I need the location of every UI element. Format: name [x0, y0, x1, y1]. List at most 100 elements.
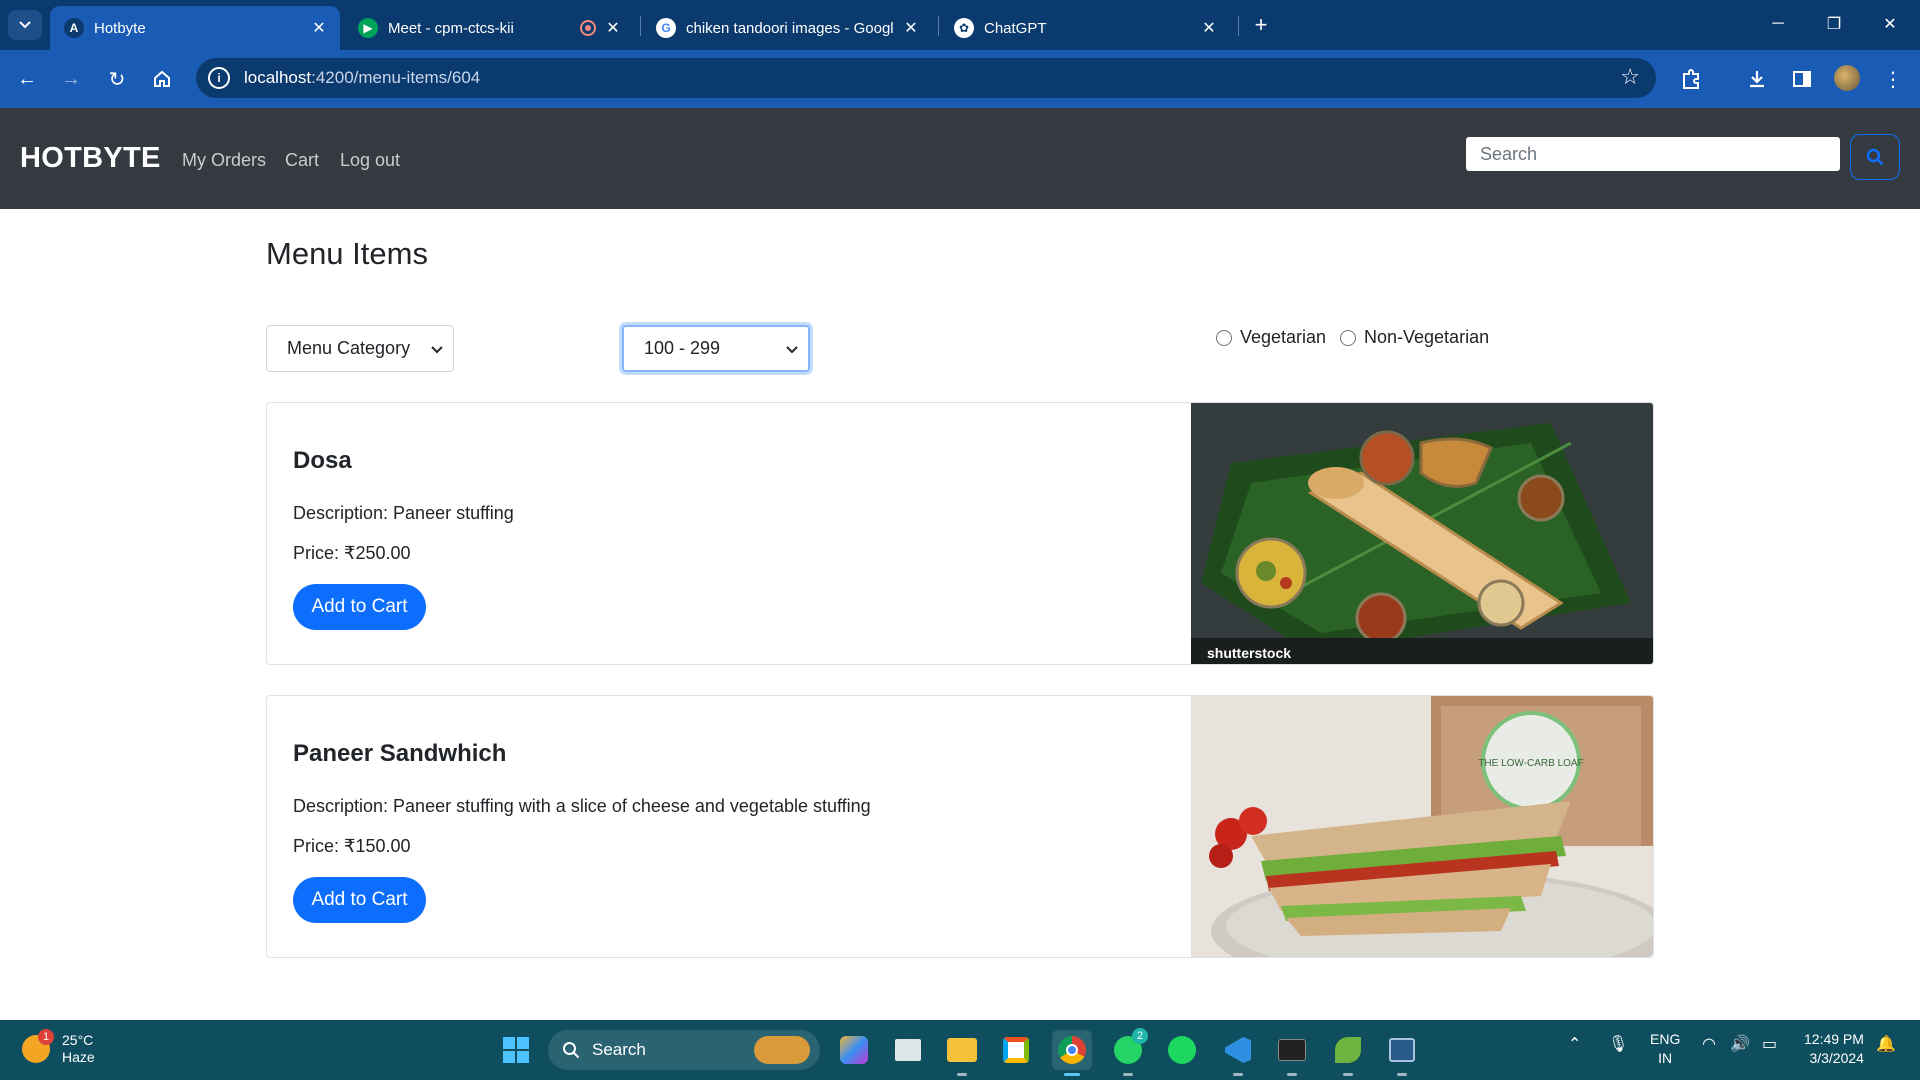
close-icon[interactable]: ✕ — [1198, 18, 1220, 38]
site-info-icon[interactable]: i — [208, 67, 230, 89]
non-vegetarian-radio-option[interactable]: Non-Vegetarian — [1340, 327, 1489, 348]
download-icon — [1750, 71, 1764, 88]
svg-text:THE LOW-CARB LOAF: THE LOW-CARB LOAF — [1478, 758, 1583, 769]
weather-haze-icon: 1 — [22, 1029, 54, 1063]
database-icon — [1389, 1038, 1415, 1062]
non-vegetarian-radio[interactable] — [1340, 329, 1356, 346]
bookmark-star-icon[interactable]: ☆ — [1620, 64, 1640, 90]
tab-hotbyte[interactable]: A Hotbyte ✕ — [50, 6, 340, 50]
tab-google-images[interactable]: G chiken tandoori images - Googl ✕ — [642, 6, 932, 50]
nav-my-orders[interactable]: My Orders — [182, 150, 266, 171]
side-panel-button[interactable] — [1787, 64, 1817, 94]
price-range-select[interactable]: 100 - 299 — [622, 325, 810, 372]
nav-cart[interactable]: Cart — [285, 150, 319, 171]
taskbar-app-task-view[interactable] — [888, 1030, 928, 1070]
taskbar-app-copilot[interactable] — [834, 1030, 874, 1070]
lang-line1: ENG — [1650, 1031, 1681, 1047]
menu-button[interactable]: ⋮ — [1878, 64, 1908, 94]
tab-chatgpt[interactable]: ✿ ChatGPT ✕ — [940, 6, 1230, 50]
extensions-button[interactable] — [1676, 64, 1706, 94]
spotify-icon — [1168, 1036, 1196, 1064]
category-select[interactable]: Menu Category — [266, 325, 454, 372]
whatsapp-badge: 2 — [1132, 1028, 1148, 1044]
tab-title: Meet - cpm-ctcs-kii — [388, 19, 514, 37]
taskbar-app-store[interactable] — [996, 1030, 1036, 1070]
restore-icon: ❐ — [1826, 16, 1842, 33]
close-icon[interactable]: ✕ — [308, 18, 330, 38]
taskbar-app-vscode[interactable] — [1218, 1030, 1258, 1076]
windows-icon — [503, 1037, 529, 1063]
taskbar-search-label: Search — [592, 1040, 646, 1059]
dosa-image: shutterstock — [1191, 403, 1653, 664]
close-icon[interactable]: ✕ — [602, 18, 624, 38]
vegetarian-radio-option[interactable]: Vegetarian — [1216, 327, 1326, 348]
search-input[interactable] — [1466, 137, 1840, 171]
taskbar-app-spring-tool[interactable] — [1328, 1030, 1368, 1076]
leaf-icon — [1335, 1037, 1361, 1063]
language-indicator[interactable]: ENG IN — [1650, 1030, 1680, 1068]
search-icon — [563, 1042, 580, 1059]
wifi-icon[interactable]: ◠ — [1702, 1034, 1716, 1054]
taskbar-app-mysql[interactable] — [1382, 1030, 1422, 1076]
tab-title: chiken tandoori images - Googl — [686, 19, 894, 37]
new-tab-button[interactable]: + — [1246, 10, 1276, 40]
close-window-button[interactable]: ✕ — [1870, 8, 1910, 40]
vscode-icon — [1225, 1037, 1251, 1063]
start-button[interactable] — [496, 1030, 536, 1070]
tab-separator — [1238, 16, 1239, 36]
back-button[interactable]: ← — [12, 64, 42, 94]
taskbar-search[interactable]: Search — [548, 1030, 820, 1070]
category-select-value: Menu Category — [287, 338, 411, 358]
tab-meet[interactable]: ▶ Meet - cpm-ctcs-kii ✕ — [344, 6, 634, 50]
taskbar-app-terminal[interactable] — [1272, 1030, 1312, 1076]
terminal-icon — [1278, 1039, 1306, 1061]
close-icon[interactable]: ✕ — [900, 18, 922, 38]
taskbar-app-spotify[interactable] — [1162, 1030, 1202, 1070]
minimize-button[interactable]: ─ — [1758, 8, 1798, 40]
vegetarian-label: Vegetarian — [1240, 327, 1327, 347]
weather-widget[interactable]: 1 25°C Haze — [22, 1029, 95, 1066]
nav-log-out[interactable]: Log out — [340, 150, 400, 171]
reload-button[interactable]: ↻ — [102, 64, 132, 94]
google-favicon-icon: G — [656, 18, 676, 38]
search-button[interactable] — [1850, 134, 1900, 180]
tab-title: ChatGPT — [984, 19, 1047, 37]
microphone-icon[interactable]: 🎙 — [1608, 1034, 1628, 1054]
svg-text:shutterstock: shutterstock — [1207, 645, 1291, 661]
taskbar-app-whatsapp[interactable]: 2 — [1108, 1028, 1148, 1076]
meet-favicon-icon: ▶ — [358, 18, 378, 38]
tab-search-button[interactable] — [8, 10, 42, 40]
lang-line2: IN — [1658, 1050, 1673, 1066]
browser-tab-bar: A Hotbyte ✕ ▶ Meet - cpm-ctcs-kii ✕ G ch… — [0, 0, 1920, 50]
plus-icon: + — [1254, 12, 1268, 37]
forward-button[interactable]: → — [56, 64, 86, 94]
notification-bell-icon[interactable]: 🔔 — [1876, 1034, 1896, 1054]
address-bar[interactable]: i localhost:4200/menu-items/604 ☆ — [196, 58, 1656, 98]
url-path: :4200/menu-items/604 — [311, 68, 481, 87]
add-to-cart-button[interactable]: Add to Cart — [293, 584, 426, 630]
vegetarian-radio[interactable] — [1216, 329, 1232, 346]
brand-logo[interactable]: HOTBYTE — [20, 142, 161, 175]
reload-icon: ↻ — [108, 68, 126, 91]
clock[interactable]: 12:49 PM 3/3/2024 — [1804, 1030, 1864, 1068]
store-icon — [1003, 1037, 1029, 1063]
home-button[interactable] — [147, 64, 177, 94]
clock-date: 3/3/2024 — [1809, 1050, 1864, 1066]
taskbar-app-chrome[interactable] — [1052, 1030, 1092, 1076]
arrow-left-icon: ← — [17, 67, 37, 90]
battery-icon[interactable]: ▭ — [1762, 1034, 1777, 1054]
weather-desc: Haze — [62, 1049, 95, 1065]
task-view-icon — [895, 1039, 921, 1061]
profile-avatar[interactable] — [1834, 65, 1860, 91]
taskbar-app-file-explorer[interactable] — [942, 1030, 982, 1076]
more-vertical-icon: ⋮ — [1883, 68, 1903, 91]
notification-badge: 1 — [38, 1029, 54, 1045]
downloads-button[interactable] — [1742, 64, 1772, 94]
volume-icon[interactable]: 🔊 — [1730, 1034, 1750, 1054]
add-to-cart-button[interactable]: Add to Cart — [293, 877, 426, 923]
restore-button[interactable]: ❐ — [1814, 8, 1854, 40]
show-hidden-icons[interactable]: ⌃ — [1568, 1034, 1581, 1054]
page-title: Menu Items — [266, 236, 428, 271]
angular-favicon-icon: A — [64, 18, 84, 38]
side-panel-icon — [1793, 71, 1811, 87]
